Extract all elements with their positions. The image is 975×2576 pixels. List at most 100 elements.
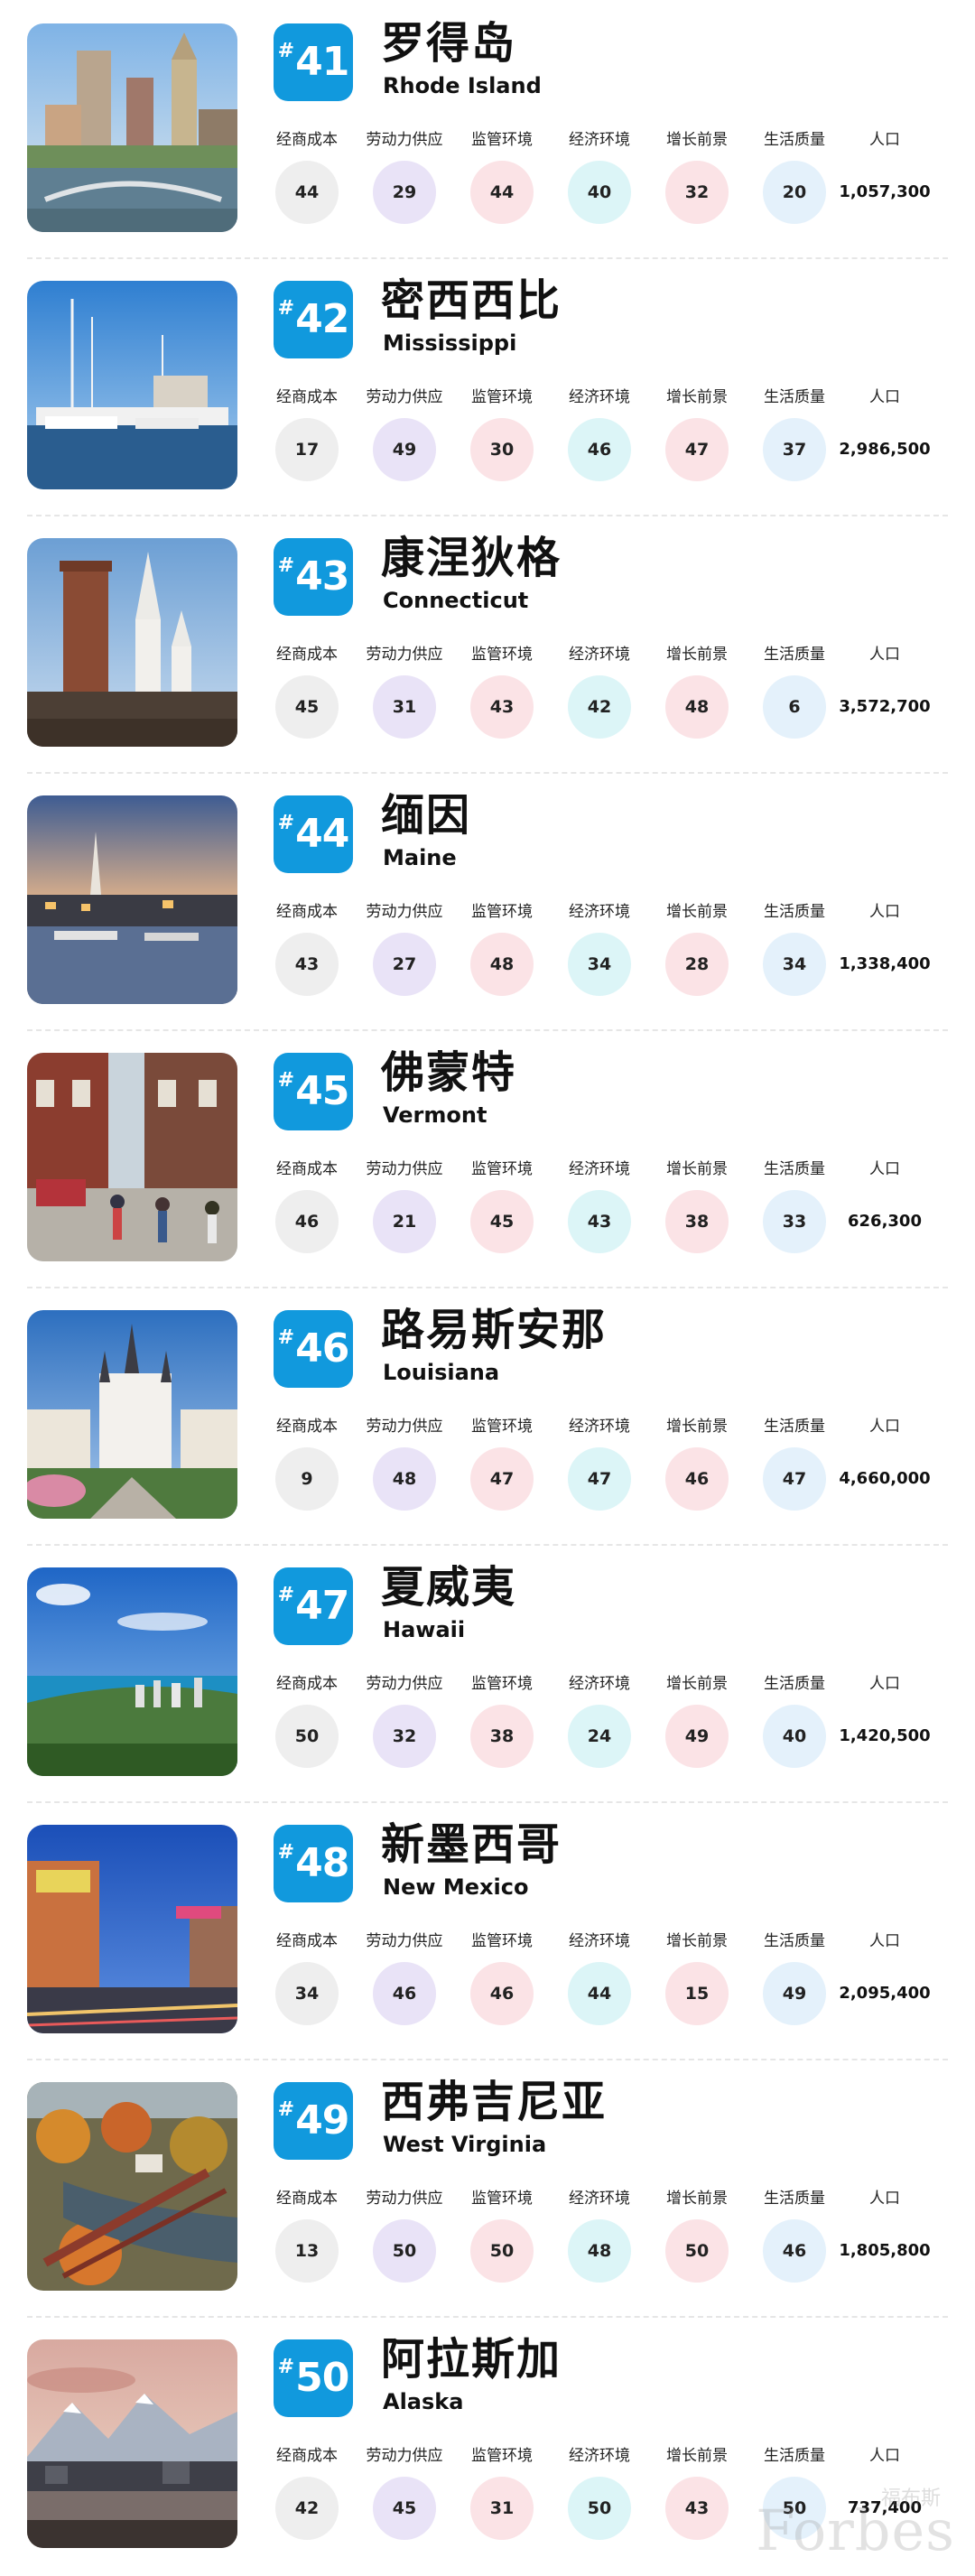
metric-label: 生活质量 (764, 1160, 825, 1178)
rank-number: 47 (295, 1583, 349, 1629)
metric-score-badge: 49 (373, 418, 436, 481)
metric-score-badge: 47 (665, 418, 729, 481)
rank-number: 45 (295, 1068, 349, 1114)
metric-label: 监管环境 (471, 1418, 533, 1436)
metric-score-badge: 28 (665, 933, 729, 996)
metric-label: 劳动力供应 (366, 1932, 443, 1950)
population-label: 人口 (869, 1932, 900, 1950)
metric-label: 经商成本 (276, 131, 338, 149)
metric-score-badge: 29 (373, 161, 436, 224)
metric-label: 经商成本 (276, 903, 338, 921)
metric-score-badge: 46 (275, 1190, 339, 1253)
cathedral-photo (27, 1310, 237, 1519)
rank-number: 50 (295, 2355, 349, 2401)
state-name-chinese: 新墨西哥 (381, 1819, 562, 1870)
coastline-photo (27, 1567, 237, 1776)
rank-badge: #45 (274, 1053, 353, 1130)
state-entry: #50 阿拉斯加 Alaska 经商成本 42 劳动力供应 45 监管环境 31 经济环境 50 增长… (0, 2318, 975, 2575)
metric-label: 劳动力供应 (366, 388, 443, 406)
metric-label: 增长前景 (666, 2447, 728, 2465)
metric-score-badge: 49 (665, 1705, 729, 1768)
metric-label: 监管环境 (471, 1160, 533, 1178)
population-value: 4,660,000 (839, 1469, 931, 1488)
metric-score-badge: 50 (373, 2219, 436, 2283)
metric-score-badge: 32 (665, 161, 729, 224)
metric-label: 经济环境 (569, 2190, 630, 2208)
metric-label: 增长前景 (666, 903, 728, 921)
metric-label: 经商成本 (276, 1675, 338, 1693)
metric-label: 经济环境 (569, 646, 630, 664)
metric-label: 经商成本 (276, 388, 338, 406)
state-name-chinese: 西弗吉尼亚 (381, 2077, 608, 2127)
rank-hash: # (277, 2098, 294, 2121)
metric-label: 劳动力供应 (366, 1675, 443, 1693)
metric-label: 增长前景 (666, 646, 728, 664)
metric-label: 经商成本 (276, 2447, 338, 2465)
metric-label: 生活质量 (764, 388, 825, 406)
metric-label: 生活质量 (764, 1675, 825, 1693)
metric-score-badge: 46 (373, 1962, 436, 2025)
metric-label: 增长前景 (666, 2190, 728, 2208)
metric-score-badge: 6 (763, 675, 826, 739)
rank-hash: # (277, 40, 294, 62)
metric-score-badge: 50 (665, 2219, 729, 2283)
metric-label: 经济环境 (569, 131, 630, 149)
rank-number: 46 (295, 1325, 349, 1372)
rank-badge: #47 (274, 1567, 353, 1645)
rank-badge: #46 (274, 1310, 353, 1388)
population-label: 人口 (869, 388, 900, 406)
population-label: 人口 (869, 646, 900, 664)
metric-label: 劳动力供应 (366, 1160, 443, 1178)
metric-score-badge: 40 (763, 1705, 826, 1768)
metric-score-badge: 45 (275, 675, 339, 739)
harbor-dusk-photo (27, 795, 237, 1004)
metric-score-badge: 47 (470, 1447, 534, 1511)
metric-label: 经商成本 (276, 1160, 338, 1178)
rank-number: 42 (295, 296, 349, 342)
metric-score-badge: 43 (470, 675, 534, 739)
metric-label: 生活质量 (764, 131, 825, 149)
metric-score-badge: 34 (568, 933, 631, 996)
metric-label: 劳动力供应 (366, 903, 443, 921)
metric-label: 经济环境 (569, 1160, 630, 1178)
metric-score-badge: 50 (470, 2219, 534, 2283)
metric-label: 劳动力供应 (366, 2447, 443, 2465)
rank-hash: # (277, 1069, 294, 1092)
state-name-chinese: 罗得岛 (381, 18, 517, 69)
metric-label: 增长前景 (666, 388, 728, 406)
metric-label: 劳动力供应 (366, 2190, 443, 2208)
metric-score-badge: 21 (373, 1190, 436, 1253)
metric-score-badge: 45 (373, 2477, 436, 2540)
population-label: 人口 (869, 1418, 900, 1436)
state-entry: #44 缅因 Maine 经商成本 43 劳动力供应 27 监管环境 48 经济环境 34 增长前景 2… (0, 774, 975, 1031)
rank-badge: #42 (274, 281, 353, 358)
metric-score-badge: 43 (665, 2477, 729, 2540)
metric-label: 劳动力供应 (366, 1418, 443, 1436)
population-value: 2,986,500 (839, 440, 931, 459)
city-skyline-photo (27, 23, 237, 232)
population-value: 737,400 (848, 2498, 922, 2517)
rank-number: 48 (295, 1840, 349, 1886)
state-name-english: Louisiana (383, 1360, 500, 1385)
state-name-english: Hawaii (383, 1617, 466, 1642)
metric-score-badge: 43 (568, 1190, 631, 1253)
rank-hash: # (277, 554, 294, 577)
metric-label: 经商成本 (276, 1932, 338, 1950)
state-entry: #45 佛蒙特 Vermont 经商成本 46 劳动力供应 21 监管环境 45 经济环境 43 增长… (0, 1031, 975, 1288)
metric-label: 监管环境 (471, 2190, 533, 2208)
metric-score-badge: 15 (665, 1962, 729, 2025)
metric-score-badge: 30 (470, 418, 534, 481)
state-name-english: Vermont (383, 1102, 488, 1128)
population-label: 人口 (869, 903, 900, 921)
population-value: 626,300 (848, 1212, 922, 1231)
state-entry: #48 新墨西哥 New Mexico 经商成本 34 劳动力供应 46 监管环境 46 经济环境… (0, 1803, 975, 2060)
metric-label: 生活质量 (764, 2190, 825, 2208)
state-entry: #41 罗得岛 Rhode Island 经商成本 44 劳动力供应 29 监管环境 44 经济环… (0, 2, 975, 259)
neon-street-photo (27, 1825, 237, 2033)
rank-badge: #49 (274, 2082, 353, 2160)
metric-score-badge: 38 (470, 1705, 534, 1768)
state-name-english: West Virginia (383, 2132, 547, 2157)
metric-score-badge: 20 (763, 161, 826, 224)
metric-score-badge: 9 (275, 1447, 339, 1511)
metric-score-badge: 46 (763, 2219, 826, 2283)
